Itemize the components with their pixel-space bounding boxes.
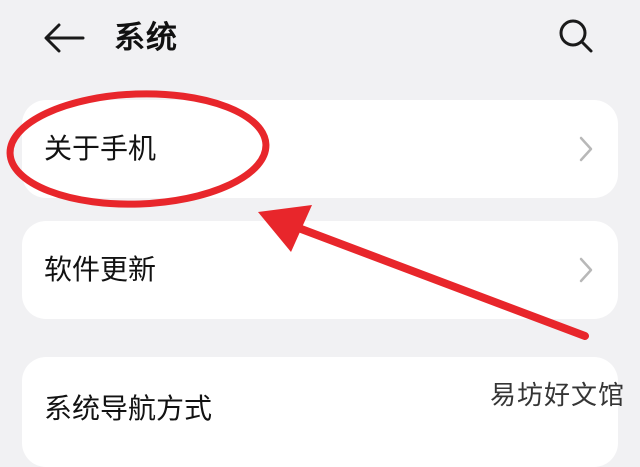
page-title: 系统 [114,20,178,56]
search-button[interactable] [552,14,600,58]
chevron-right-icon [579,136,593,162]
watermark-text: 易坊好文馆 [490,381,626,411]
chevron-right-icon [579,257,593,283]
app-header: 系统 [0,0,640,80]
arrow-left-icon [44,23,85,53]
settings-item-label: 系统导航方式 [44,392,213,425]
search-icon [559,19,593,53]
settings-item-label: 关于手机 [44,132,157,165]
back-button[interactable] [38,16,90,60]
settings-item-label: 软件更新 [44,253,157,286]
settings-item-about-phone[interactable]: 关于手机 [22,100,618,198]
settings-item-software-update[interactable]: 软件更新 [22,221,618,319]
